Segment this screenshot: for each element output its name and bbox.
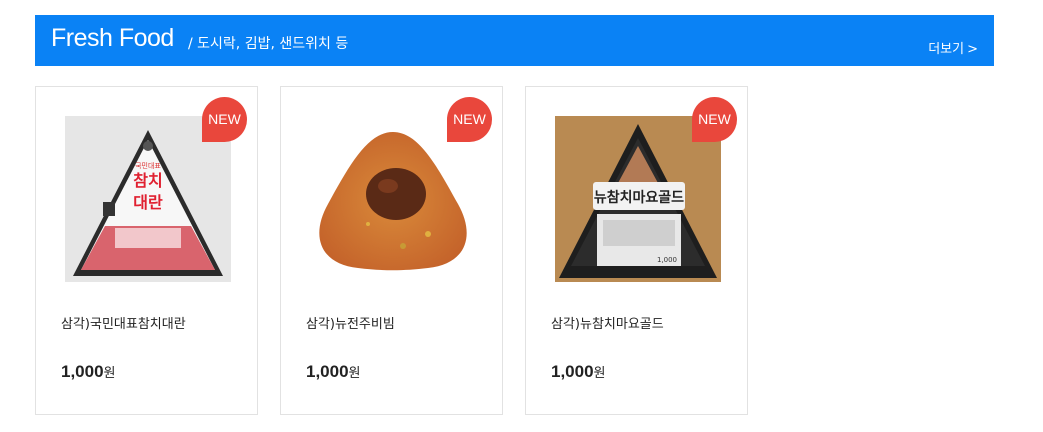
price-value: 1,000: [61, 362, 104, 381]
product-price: 1,000원: [306, 362, 361, 382]
new-badge: NEW: [202, 97, 247, 142]
currency-unit: 원: [593, 366, 606, 381]
section-subtitle: / 도시락, 김밥, 샌드위치 등: [188, 36, 349, 52]
svg-text:대란: 대란: [133, 193, 163, 212]
new-badge: NEW: [447, 97, 492, 142]
more-link[interactable]: 더보기 >: [928, 38, 978, 57]
currency-unit: 원: [103, 366, 116, 381]
product-name[interactable]: 삼각)뉴참치마요골드: [551, 313, 664, 332]
new-badge: NEW: [692, 97, 737, 142]
svg-text:1,000: 1,000: [657, 256, 677, 264]
currency-unit: 원: [348, 366, 361, 381]
svg-text:뉴참치마요골드: 뉴참치마요골드: [594, 190, 684, 206]
section-title: Fresh Food: [51, 24, 174, 52]
more-link-label: 더보기: [928, 42, 965, 57]
chevron-right-icon: >: [967, 42, 978, 57]
product-card[interactable]: NEW 삼각)뉴전주비빔 1,000원: [280, 86, 503, 415]
bibimbap-onigiri-image: [319, 132, 467, 271]
product-price: 1,000원: [551, 362, 606, 382]
svg-text:국민대표: 국민대표: [135, 161, 161, 170]
product-price: 1,000원: [61, 362, 116, 382]
product-card[interactable]: 국민대표 참치 대란 NEW 삼각)국민대표참치대란 1,000원: [35, 86, 258, 415]
product-card[interactable]: 뉴참치마요골드 1,000 NEW 삼각)뉴참치마요골드 1,000원: [525, 86, 748, 415]
product-name[interactable]: 삼각)뉴전주비빔: [306, 313, 395, 332]
price-value: 1,000: [306, 362, 349, 381]
price-value: 1,000: [551, 362, 594, 381]
svg-text:참치: 참치: [133, 171, 162, 190]
section-header: Fresh Food / 도시락, 김밥, 샌드위치 등 더보기 >: [35, 15, 994, 66]
product-name[interactable]: 삼각)국민대표참치대란: [61, 313, 186, 332]
